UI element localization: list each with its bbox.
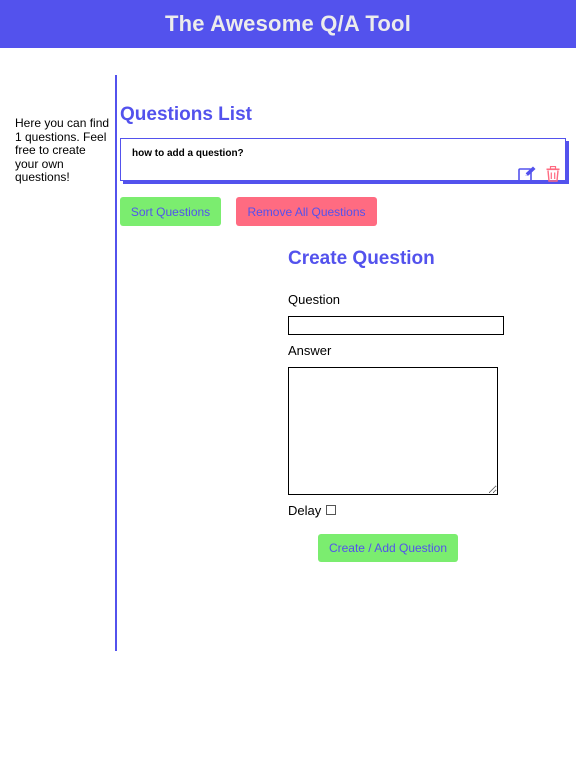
answer-textarea[interactable] [288, 367, 498, 495]
delay-checkbox[interactable] [326, 504, 337, 515]
answer-label: Answer [288, 343, 332, 358]
remove-all-questions-button[interactable]: Remove All Questions [236, 197, 377, 226]
trash-icon[interactable] [545, 165, 563, 182]
question-text[interactable]: how to add a question? [132, 148, 244, 159]
edit-icon[interactable] [518, 166, 536, 182]
question-card[interactable]: how to add a question? [120, 138, 566, 182]
create-question-button[interactable]: Create / Add Question [318, 534, 458, 562]
delay-row: Delay [288, 503, 337, 518]
app-header: The Awesome Q/A Tool [0, 0, 576, 48]
sort-questions-button[interactable]: Sort Questions [120, 197, 221, 226]
sidebar-description: Here you can find 1 questions. Feel free… [15, 116, 110, 184]
questions-list-title: Questions List [120, 104, 252, 125]
question-label: Question [288, 292, 341, 307]
delay-label: Delay [288, 503, 322, 518]
create-question-title: Create Question [288, 248, 435, 269]
question-input[interactable] [288, 316, 504, 335]
sidebar-divider [115, 75, 117, 651]
app-title: The Awesome Q/A Tool [164, 11, 412, 36]
